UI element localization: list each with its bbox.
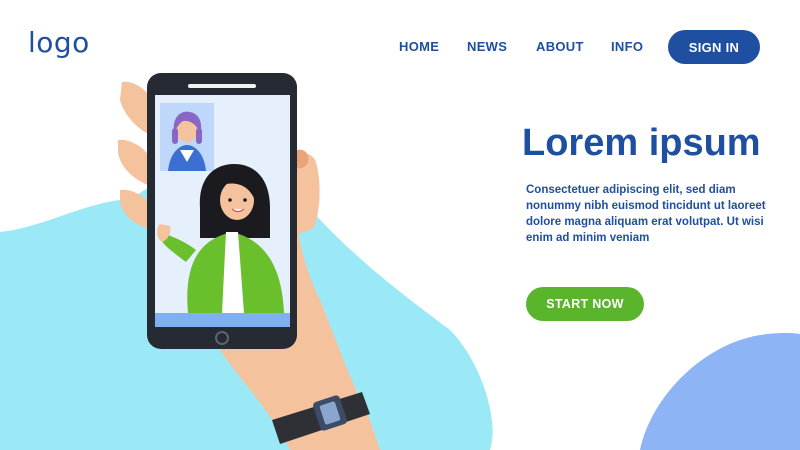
nav-info-link[interactable]: INFO xyxy=(611,39,643,54)
nav-home-link[interactable]: HOME xyxy=(399,39,439,54)
start-now-button[interactable]: START NOW xyxy=(526,287,644,321)
nav-news-link[interactable]: NEWS xyxy=(467,39,507,54)
hero-title: Lorem ipsum xyxy=(522,122,761,164)
logo[interactable]: logo xyxy=(28,26,90,59)
nav-about-link[interactable]: ABOUT xyxy=(536,39,584,54)
video-call-icon xyxy=(160,103,214,171)
hero-description: Consectetuer adipiscing elit, sed diam n… xyxy=(526,184,766,244)
sign-in-button[interactable]: SIGN IN xyxy=(668,30,760,64)
main-nav: HOME NEWS ABOUT INFO SIGN IN xyxy=(380,30,770,64)
corner-blob xyxy=(640,333,800,450)
